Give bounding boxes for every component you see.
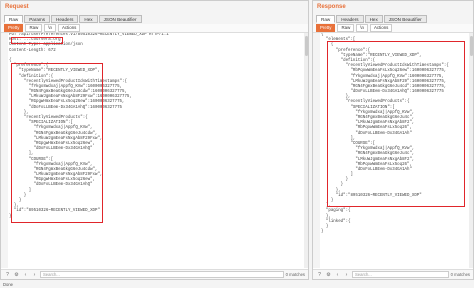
- line-number: [1, 215, 8, 220]
- help-icon[interactable]: ?: [4, 272, 11, 278]
- request-actions-button[interactable]: Actions: [57, 24, 81, 32]
- line-number: [313, 230, 320, 235]
- code-line: }: [321, 230, 324, 235]
- request-title: Request: [1, 1, 308, 14]
- next-match-icon[interactable]: ›: [343, 272, 350, 278]
- request-tab-json-beautifier[interactable]: JSON Beautifier: [98, 15, 142, 23]
- request-search-input[interactable]: Search...: [40, 271, 284, 278]
- response-scroll-thumb[interactable]: [469, 36, 473, 56]
- request-search-bar: ? ⚙ ‹ › Search... 0 matches: [1, 269, 308, 279]
- response-title: Response: [313, 1, 473, 14]
- response-newline-button[interactable]: \n: [356, 24, 368, 32]
- request-scroll-thumb[interactable]: [304, 36, 308, 56]
- request-subbar: Pretty Raw \n Actions: [1, 24, 308, 33]
- help-icon[interactable]: ?: [316, 272, 323, 278]
- request-header-highlight: [11, 37, 63, 44]
- request-newline-button[interactable]: \n: [44, 24, 56, 32]
- response-body-highlight: [327, 41, 465, 207]
- request-pretty-button[interactable]: Pretty: [4, 24, 24, 32]
- response-raw-button[interactable]: Raw: [337, 24, 355, 32]
- request-body-highlight: [11, 63, 103, 223]
- request-match-count: 0 matches: [285, 272, 305, 277]
- settings-icon[interactable]: ⚙: [325, 272, 332, 278]
- response-line-gutter: [313, 33, 320, 268]
- request-editor[interactable]: PUT /api/userPreferences.v1/89510326~REC…: [1, 33, 308, 268]
- next-match-icon[interactable]: ›: [31, 272, 38, 278]
- response-editor[interactable]: { "elements":[ { "preference":{ "typeNam…: [313, 33, 473, 268]
- request-raw-button[interactable]: Raw: [25, 24, 43, 32]
- request-pane: Request Raw Params Headers Hex JSON Beau…: [0, 0, 309, 280]
- request-tab-params[interactable]: Params: [24, 15, 51, 23]
- request-line-gutter: [1, 33, 8, 268]
- response-subbar: Pretty Raw \n Actions: [313, 24, 473, 33]
- response-search-input[interactable]: Search...: [352, 271, 449, 278]
- request-tab-headers[interactable]: Headers: [51, 15, 79, 23]
- response-search-bar: ? ⚙ ‹ › Search... 0 matches: [313, 269, 473, 279]
- response-tab-raw[interactable]: Raw: [316, 15, 336, 23]
- prev-match-icon[interactable]: ‹: [22, 272, 29, 278]
- response-tab-json-beautifier[interactable]: JSON Beautifier: [383, 15, 427, 23]
- response-scrollbar[interactable]: [469, 33, 473, 268]
- status-bar: Done: [0, 281, 474, 288]
- settings-icon[interactable]: ⚙: [13, 272, 20, 278]
- response-tab-headers[interactable]: Headers: [336, 15, 364, 23]
- response-actions-button[interactable]: Actions: [369, 24, 393, 32]
- request-tabbar: Raw Params Headers Hex JSON Beautifier: [1, 14, 308, 24]
- request-tab-hex[interactable]: Hex: [79, 15, 98, 23]
- request-tab-raw[interactable]: Raw: [4, 15, 24, 23]
- response-pane: Response Raw Headers Hex JSON Beautifier…: [312, 0, 474, 280]
- response-match-count: 0 matches: [450, 272, 470, 277]
- response-pretty-button[interactable]: Pretty: [316, 24, 336, 32]
- prev-match-icon[interactable]: ‹: [334, 272, 341, 278]
- response-tab-hex[interactable]: Hex: [364, 15, 383, 23]
- request-scrollbar[interactable]: [304, 33, 308, 268]
- response-tabbar: Raw Headers Hex JSON Beautifier: [313, 14, 473, 24]
